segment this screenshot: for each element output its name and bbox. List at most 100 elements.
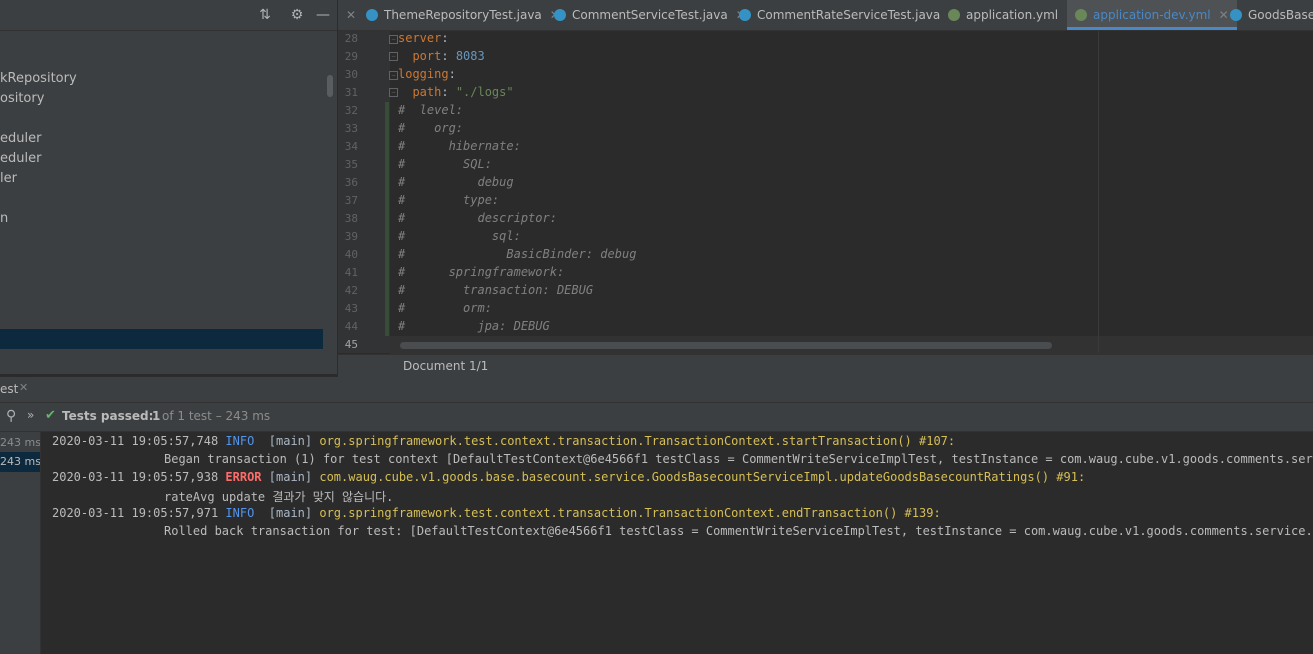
fold-icon[interactable]: −	[389, 88, 398, 97]
log-level: INFO	[225, 506, 255, 520]
tab-label: application.yml	[966, 8, 1059, 22]
close-icon[interactable]: ✕	[346, 8, 356, 22]
log-timestamp: 2020-03-11 19:05:57,748	[52, 434, 219, 448]
line-number: 40	[344, 248, 358, 261]
log-level: ERROR	[225, 470, 262, 484]
spring-yaml-icon	[948, 9, 960, 21]
fold-icon[interactable]: −	[389, 52, 398, 61]
tests-status-label: Tests passed:	[62, 409, 154, 423]
comment-text: # jpa: DEBUG	[398, 319, 550, 333]
code-line: path: "./logs"	[398, 85, 514, 99]
yaml-value: 8083	[455, 49, 485, 63]
log-timestamp: 2020-03-11 19:05:57,938	[52, 470, 219, 484]
collapse-all-icon[interactable]: ⇅	[256, 6, 274, 24]
log-source: org.springframework.test.context.transac…	[319, 434, 956, 448]
breadcrumb[interactable]: Document 1/1	[403, 359, 488, 373]
log-thread: [main]	[268, 470, 313, 484]
tab-comment-service-test[interactable]: CommentServiceTest.java✕	[554, 0, 746, 30]
comment-text: # BasicBinder: debug	[398, 247, 637, 261]
line-number: 34	[344, 140, 358, 153]
minimize-icon[interactable]: —	[314, 6, 332, 24]
yaml-key: path	[398, 85, 442, 99]
run-tool-header: est ✕	[0, 377, 1313, 403]
project-scrollbar[interactable]	[327, 75, 333, 97]
tree-item[interactable]: ository	[0, 91, 44, 106]
log-source: com.waug.cube.v1.goods.base.basecount.se…	[319, 470, 1086, 484]
tab-comment-rate-service-test[interactable]: CommentRateServiceTest.java✕	[739, 0, 958, 30]
java-class-icon	[554, 9, 566, 21]
yaml-key: port	[398, 49, 442, 63]
tree-item[interactable]: kRepository	[0, 71, 77, 86]
tab-goods-basecount[interactable]: GoodsBasec	[1230, 0, 1313, 30]
tests-summary: of 1 test – 243 ms	[162, 409, 271, 423]
selected-tree-item[interactable]	[0, 329, 323, 349]
comment-text: # type:	[398, 193, 500, 207]
code-line: # BasicBinder: debug	[398, 247, 636, 261]
log-message: Began transaction (1) for test context […	[164, 452, 1313, 466]
chevron-right-icon[interactable]: »	[27, 408, 34, 422]
tree-item[interactable]: ler	[0, 171, 17, 186]
search-icon[interactable]: ⚲	[6, 408, 16, 424]
code-line: # sql:	[398, 229, 521, 243]
code-line: # transaction: DEBUG	[398, 283, 593, 297]
line-number: 29	[344, 50, 358, 63]
line-number: 39	[344, 230, 358, 243]
tree-item[interactable]: eduler	[0, 131, 41, 146]
log-entry-header: 2020-03-11 19:05:57,748 INFO [main] org.…	[52, 434, 955, 448]
gear-icon[interactable]: ⚙	[288, 6, 306, 24]
check-icon: ✔	[45, 408, 56, 423]
code-line: server:	[398, 31, 449, 45]
breadcrumb-bar: Document 1/1	[338, 354, 1313, 377]
java-class-icon	[1230, 9, 1242, 21]
comment-text: # org:	[398, 121, 464, 135]
yaml-punct: :	[448, 67, 456, 81]
vcs-change-marker[interactable]	[385, 102, 389, 336]
test-duration[interactable]: 243 ms	[0, 434, 40, 452]
tree-item[interactable]: eduler	[0, 151, 41, 166]
tab-label: GoodsBasec	[1248, 8, 1313, 22]
comment-text: # descriptor:	[398, 211, 557, 225]
tree-item[interactable]: n	[0, 211, 8, 226]
line-number: 36	[344, 176, 358, 189]
code-line: # descriptor:	[398, 211, 557, 225]
line-number: 33	[344, 122, 358, 135]
java-class-icon	[739, 9, 751, 21]
test-tree: 243 ms 243 ms	[0, 432, 41, 654]
yaml-punct: :	[441, 31, 449, 45]
tab-application-dev-yml[interactable]: application-dev.yml ✕	[1067, 0, 1237, 30]
code-line: # springframework:	[398, 265, 564, 279]
test-duration-selected[interactable]: 243 ms	[0, 452, 40, 472]
log-thread: [main]	[268, 506, 313, 520]
close-icon[interactable]: ✕	[1219, 8, 1229, 22]
comment-text: # level:	[398, 103, 464, 117]
line-number: 32	[344, 104, 358, 117]
log-message: Rolled back transaction for test: [Defau…	[164, 524, 1313, 538]
java-class-icon	[366, 9, 378, 21]
log-source: org.springframework.test.context.transac…	[319, 506, 941, 520]
tab-label: CommentServiceTest.java	[572, 8, 728, 22]
project-toolbar: ⇅ ⚙ —	[0, 0, 337, 31]
code-line: # hibernate:	[398, 139, 521, 153]
close-icon[interactable]: ✕	[19, 381, 28, 394]
tab-application-yml[interactable]: application.yml✕	[948, 0, 1076, 30]
yaml-value: "./logs"	[455, 85, 514, 99]
code-line: # SQL:	[398, 157, 492, 171]
line-number: 28	[344, 32, 358, 45]
tab-theme-repository-test[interactable]: ThemeRepositoryTest.java✕	[366, 0, 560, 30]
log-entry-header: 2020-03-11 19:05:57,938 ERROR [main] com…	[52, 470, 1085, 484]
code-line: # type:	[398, 193, 499, 207]
line-number: 45	[344, 338, 358, 351]
code-line: port: 8083	[398, 49, 485, 63]
fold-icon[interactable]: −	[389, 35, 398, 44]
tab-label: ThemeRepositoryTest.java	[384, 8, 542, 22]
line-number: 37	[344, 194, 358, 207]
comment-text: # orm:	[398, 301, 492, 315]
line-number: 44	[344, 320, 358, 333]
spring-yaml-icon	[1075, 9, 1087, 21]
tab-close-prev[interactable]: ✕	[338, 0, 356, 30]
project-panel: ⇅ ⚙ — kRepository ository eduler eduler …	[0, 0, 338, 374]
fold-icon[interactable]: −	[389, 71, 398, 80]
right-margin-guide	[1098, 31, 1099, 353]
run-tab-label[interactable]: est	[0, 382, 18, 396]
horizontal-scrollbar[interactable]	[400, 342, 1052, 349]
